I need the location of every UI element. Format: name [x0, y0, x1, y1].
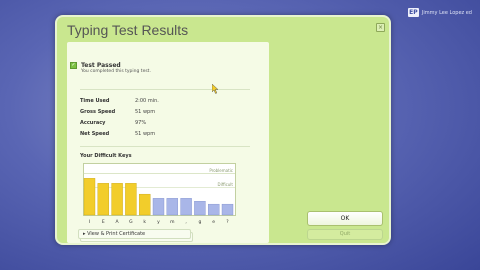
- stat-row-time: Time Used 2:00 min.: [80, 95, 250, 106]
- results-panel: ✓ Test Passed You completed this typing …: [67, 42, 269, 243]
- mouse-cursor-icon: [212, 84, 219, 94]
- brand-logo-label: Jimmy Lee Lopez ed: [421, 9, 472, 16]
- key-tick-label: ,: [185, 220, 186, 225]
- key-tick-label: ?: [226, 219, 229, 225]
- stat-value: 51 wpm: [135, 130, 156, 137]
- difficult-keys-title: Your Difficult Keys: [80, 153, 132, 159]
- status-title: Test Passed: [81, 62, 121, 69]
- stat-row-gross-speed: Gross Speed 51 wpm: [80, 106, 250, 117]
- bar-key-1: [97, 183, 110, 216]
- stat-label: Net Speed: [80, 130, 110, 137]
- key-tick-label: G: [129, 219, 133, 225]
- brand-logo: EP Jimmy Lee Lopez ed: [407, 8, 472, 17]
- bar-key-6: [166, 198, 179, 216]
- bar-key-9: [207, 203, 220, 216]
- bar-key-2: [111, 183, 123, 216]
- typing-test-results-window: Typing Test Results × ✓ Test Passed You …: [55, 15, 391, 245]
- test-status: ✓ Test Passed You completed this typing …: [70, 62, 151, 75]
- difficult-keys-chart: Problematic Difficult I E A Gk y m, g e?: [83, 163, 236, 225]
- stat-value: 97%: [135, 119, 147, 126]
- close-icon[interactable]: ×: [376, 23, 385, 32]
- button-label: View & Print Certificate: [87, 231, 146, 237]
- bar-key-0: [83, 178, 96, 216]
- key-tick-label: A: [116, 219, 120, 225]
- key-tick-label: y: [157, 220, 160, 225]
- key-tick-label: m: [170, 220, 174, 225]
- stat-row-accuracy: Accuracy 97%: [80, 117, 250, 128]
- bar-key-8: [194, 201, 206, 216]
- quit-button[interactable]: Quit: [307, 229, 383, 240]
- view-print-certificate-button[interactable]: ▸ View & Print Certificate: [78, 229, 191, 239]
- key-tick-label: e: [212, 220, 215, 225]
- check-icon: ✓: [70, 62, 77, 69]
- stat-value: 51 wpm: [135, 108, 156, 115]
- bar-key-4: [139, 193, 151, 216]
- key-tick-label: k: [143, 219, 146, 225]
- ok-button[interactable]: OK: [307, 211, 383, 226]
- stat-label: Gross Speed: [80, 108, 116, 115]
- key-tick-label: I: [89, 219, 90, 225]
- reference-line-label: Difficult: [218, 182, 234, 187]
- expand-arrow-icon: ▸: [83, 231, 86, 237]
- key-tick-label: g: [198, 220, 201, 225]
- divider: [80, 146, 250, 147]
- stat-label: Time Used: [80, 97, 110, 104]
- stat-value: 2:00 min.: [135, 97, 159, 104]
- bar-key-7: [180, 198, 192, 216]
- status-subtitle: You completed this typing test.: [81, 69, 151, 74]
- key-tick-label: E: [102, 219, 105, 225]
- brand-logo-mark: EP: [407, 8, 419, 17]
- bar-key-10: [221, 203, 234, 216]
- stats-table: Time Used 2:00 min. Gross Speed 51 wpm A…: [80, 95, 250, 139]
- stat-label: Accuracy: [80, 119, 106, 126]
- window-title: Typing Test Results: [67, 22, 189, 38]
- divider: [80, 89, 250, 90]
- reference-line-label: Problematic: [209, 168, 233, 173]
- bar-key-5: [152, 198, 165, 216]
- stat-row-net-speed: Net Speed 51 wpm: [80, 128, 250, 139]
- bar-key-3: [125, 183, 137, 216]
